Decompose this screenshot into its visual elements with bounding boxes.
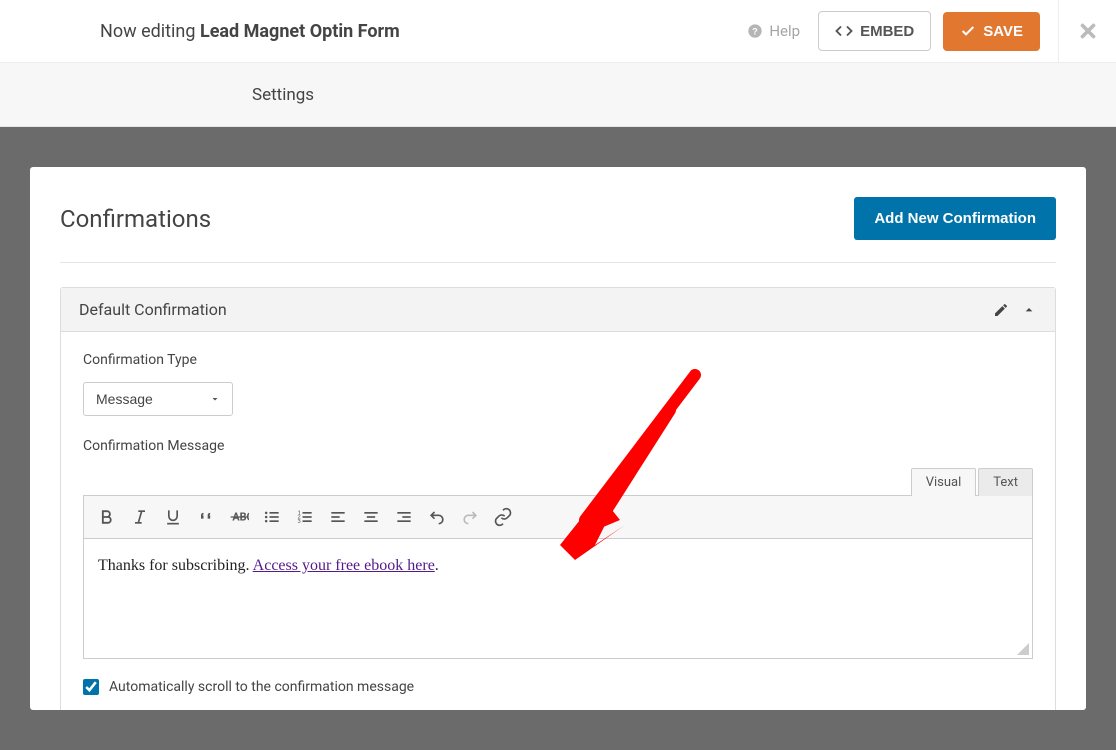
close-icon [1077, 20, 1099, 42]
subbar-title: Settings [252, 85, 314, 105]
auto-scroll-checkbox[interactable] [83, 679, 99, 695]
tab-visual[interactable]: Visual [911, 468, 977, 496]
close-button[interactable] [1058, 0, 1116, 63]
link-button[interactable] [488, 502, 518, 532]
message-text-part1: Thanks for subscribing. [98, 557, 253, 574]
tab-text[interactable]: Text [978, 468, 1033, 496]
align-left-button[interactable] [323, 502, 353, 532]
redo-button[interactable] [455, 502, 485, 532]
embed-button[interactable]: EMBED [818, 11, 931, 51]
help-icon: ? [747, 23, 763, 39]
edit-icon[interactable] [993, 302, 1009, 318]
message-text-suffix: . [435, 557, 439, 574]
strikethrough-button[interactable]: ABC [224, 502, 254, 532]
confirmation-type-select[interactable]: Message [83, 382, 233, 416]
save-label: SAVE [983, 23, 1023, 40]
help-label: Help [769, 22, 800, 40]
underline-button[interactable] [158, 502, 188, 532]
bullet-list-button[interactable] [257, 502, 287, 532]
help-link[interactable]: ? Help [747, 22, 800, 40]
numbered-list-button[interactable]: 123 [290, 502, 320, 532]
collapse-icon[interactable] [1021, 302, 1037, 318]
add-confirmation-button[interactable]: Add New Confirmation [854, 197, 1056, 240]
code-icon [835, 22, 853, 40]
editor-toolbar: ABC 123 [83, 495, 1033, 539]
title-prefix: Now editing [100, 21, 195, 42]
undo-button[interactable] [422, 502, 452, 532]
blockquote-button[interactable] [191, 502, 221, 532]
message-editor[interactable]: Thanks for subscribing. Access your free… [83, 539, 1033, 659]
align-center-button[interactable] [356, 502, 386, 532]
accordion-title: Default Confirmation [79, 300, 227, 319]
resize-handle[interactable] [1014, 640, 1030, 656]
align-right-button[interactable] [389, 502, 419, 532]
accordion-header[interactable]: Default Confirmation [61, 288, 1055, 332]
save-button[interactable]: SAVE [943, 12, 1040, 51]
page-title: Now editing Lead Magnet Optin Form [100, 21, 747, 42]
bold-button[interactable] [92, 502, 122, 532]
message-link[interactable]: Access your free ebook here [253, 557, 435, 574]
title-form-name: Lead Magnet Optin Form [200, 21, 400, 42]
confirmation-type-label: Confirmation Type [83, 352, 1033, 368]
svg-text:3: 3 [298, 519, 301, 525]
svg-text:?: ? [753, 26, 759, 36]
italic-button[interactable] [125, 502, 155, 532]
confirmation-message-label: Confirmation Message [83, 438, 1033, 454]
embed-label: EMBED [860, 23, 914, 40]
auto-scroll-label: Automatically scroll to the confirmation… [109, 679, 414, 695]
confirmation-accordion: Default Confirmation Confirmation Type M… [60, 287, 1056, 710]
check-icon [960, 23, 976, 39]
panel-title: Confirmations [60, 205, 211, 233]
